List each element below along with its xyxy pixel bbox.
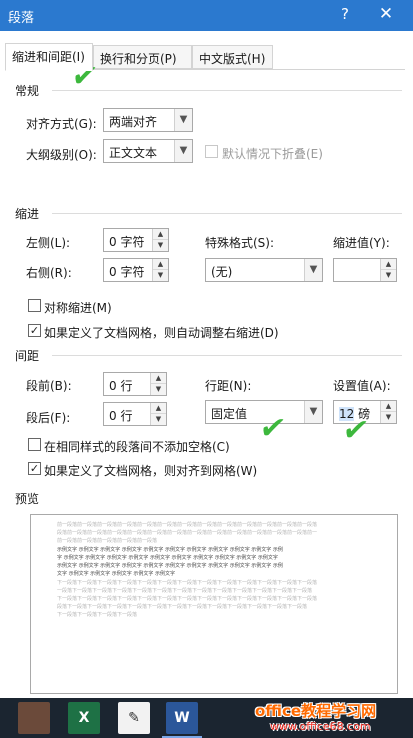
spin-down-icon[interactable]: ▼ (153, 270, 168, 281)
snap-grid-label: 如果定义了文档网格，则对齐到网格(W) (44, 464, 258, 478)
preview-box: 前一段落前一段落前一段落前一段落前一段落前一段落前一段落前一段落前一段落前一段落… (30, 514, 398, 694)
preview-sample-line: 文字 示例文字 示例文字 示例文字 示例文字 示例文字 (57, 571, 175, 577)
preview-heading: 预览 (15, 492, 40, 506)
chevron-down-icon[interactable]: ▼ (304, 259, 322, 281)
alignment-label: 对齐方式(G): (26, 117, 97, 131)
indent-by-spinner[interactable]: ▲ ▼ (333, 258, 397, 282)
check-annotation-icon: ✔ (340, 413, 372, 448)
dialog-title: 段落 (8, 11, 35, 26)
preview-next-line: 下一段落下一段落下一段落下一段落下一段落下一段落下一段落下一段落下一段落下一段落… (57, 596, 318, 602)
alignment-value: 两端对齐 (109, 115, 158, 129)
check-annotation-icon: ✔ (257, 411, 289, 446)
preview-prev-line: 前一段落前一段落前一段落前一段落前一段落前一段落前一段落前一段落前一段落前一段落… (57, 522, 318, 528)
preview-prev-line: 段落前一段落前一段落前一段落前一段落前一段落前一段落前一段落前一段落前一段落前一… (57, 530, 318, 536)
chevron-down-icon[interactable]: ▼ (174, 140, 192, 162)
chevron-down-icon[interactable]: ▼ (304, 401, 322, 423)
auto-adjust-label: 如果定义了文档网格，则自动调整右缩进(D) (44, 326, 279, 340)
word-icon[interactable]: W (166, 702, 198, 734)
mirror-indents-label: 对称缩进(M) (44, 301, 112, 315)
outline-level-select[interactable]: 正文文本 ▼ (103, 139, 193, 163)
preview-next-line: 一段落下一段落下一段落下一段落下一段落下一段落下一段落下一段落下一段落下一段落下… (57, 588, 313, 594)
spin-up-icon[interactable]: ▲ (381, 259, 396, 270)
spacing-divider (52, 355, 402, 356)
spacing-after-label: 段后(F): (26, 411, 71, 425)
spacing-after-value: 0 行 (109, 409, 133, 423)
indent-left-label: 左侧(L): (26, 236, 71, 250)
alignment-select[interactable]: 两端对齐 ▼ (103, 108, 193, 132)
spacing-heading: 间距 (15, 349, 40, 363)
auto-adjust-checkbox[interactable]: ✓ (28, 324, 41, 337)
spin-up-icon[interactable]: ▲ (151, 403, 166, 414)
snap-grid-checkbox[interactable]: ✓ (28, 462, 41, 475)
spin-down-icon[interactable]: ▼ (151, 414, 166, 425)
spin-down-icon[interactable]: ▼ (381, 270, 396, 281)
special-indent-select[interactable]: (无) ▼ (205, 258, 323, 282)
spin-down-icon[interactable]: ▼ (153, 240, 168, 251)
help-button[interactable]: ? (338, 5, 352, 23)
spin-down-icon[interactable]: ▼ (151, 384, 166, 395)
title-bar: 段落 ? ✕ (0, 0, 413, 31)
watermark-title: office教程学习网 (255, 702, 377, 720)
spin-down-icon[interactable]: ▼ (381, 412, 396, 423)
general-divider (52, 90, 402, 91)
spacing-before-label: 段前(B): (26, 379, 72, 393)
indent-right-value: 0 字符 (109, 265, 145, 279)
line-spacing-at-label: 设置值(A): (333, 379, 391, 393)
outline-level-value: 正文文本 (109, 146, 158, 160)
tab-asian-typography[interactable]: 中文版式(H) (192, 45, 273, 69)
indent-left-value: 0 字符 (109, 235, 145, 249)
tab-line-page-breaks[interactable]: 换行和分页(P) (93, 45, 192, 69)
line-spacing-label: 行距(N): (205, 379, 252, 393)
spacing-before-spinner[interactable]: 0 行 ▲ ▼ (103, 372, 167, 396)
mirror-indents-checkbox[interactable] (28, 299, 41, 312)
line-spacing-value: 固定值 (211, 407, 248, 421)
watermark-url: www.office68.com (270, 720, 371, 733)
preview-prev-line: 前一段落前一段落前一段落前一段落前一段落 (57, 538, 158, 544)
spacing-after-spinner[interactable]: 0 行 ▲ ▼ (103, 402, 167, 426)
excel-icon[interactable]: X (68, 702, 100, 734)
indent-heading: 缩进 (15, 207, 40, 221)
preview-next-line: 下一段落下一段落下一段落下一段落下一段落下一段落下一段落下一段落下一段落下一段落… (57, 580, 318, 586)
spin-up-icon[interactable]: ▲ (381, 401, 396, 412)
collapse-label: 默认情况下折叠(E) (222, 147, 323, 161)
chevron-down-icon[interactable]: ▼ (174, 109, 192, 131)
spin-up-icon[interactable]: ▲ (153, 259, 168, 270)
notepad-icon[interactable]: ✎ (118, 702, 150, 734)
no-space-label: 在相同样式的段落间不添加空格(C) (44, 440, 230, 454)
indent-divider (52, 213, 402, 214)
special-indent-value: (无) (211, 265, 233, 279)
photo-app-icon[interactable] (18, 702, 50, 734)
preview-next-line: 下一段落下一段落下一段落下一段落 (57, 612, 138, 618)
outline-level-label: 大纲级别(O): (26, 148, 97, 162)
special-indent-label: 特殊格式(S): (205, 236, 275, 250)
no-space-checkbox[interactable] (28, 438, 41, 451)
collapse-checkbox[interactable] (205, 145, 218, 158)
spacing-before-value: 0 行 (109, 379, 133, 393)
spin-up-icon[interactable]: ▲ (151, 373, 166, 384)
preview-sample-line: 字 示例文字 示例文字 示例文字 示例文字 示例文字 示例文字 示例文字 示例文… (57, 555, 278, 561)
preview-next-line: 段落下一段落下一段落下一段落下一段落下一段落下一段落下一段落下一段落下一段落下一… (57, 604, 308, 610)
spin-up-icon[interactable]: ▲ (153, 229, 168, 240)
close-button[interactable]: ✕ (376, 4, 396, 24)
indent-right-spinner[interactable]: 0 字符 ▲ ▼ (103, 258, 169, 282)
indent-by-label: 缩进值(Y): (333, 236, 390, 250)
preview-sample-line: 示例文字 示例文字 示例文字 示例文字 示例文字 示例文字 示例文字 示例文字 … (57, 563, 283, 569)
general-heading: 常规 (15, 84, 40, 98)
tab-indents-spacing[interactable]: 缩进和间距(I) (5, 43, 93, 71)
indent-right-label: 右侧(R): (26, 266, 72, 280)
preview-sample-line: 示例文字 示例文字 示例文字 示例文字 示例文字 示例文字 示例文字 示例文字 … (57, 547, 283, 553)
indent-left-spinner[interactable]: 0 字符 ▲ ▼ (103, 228, 169, 252)
